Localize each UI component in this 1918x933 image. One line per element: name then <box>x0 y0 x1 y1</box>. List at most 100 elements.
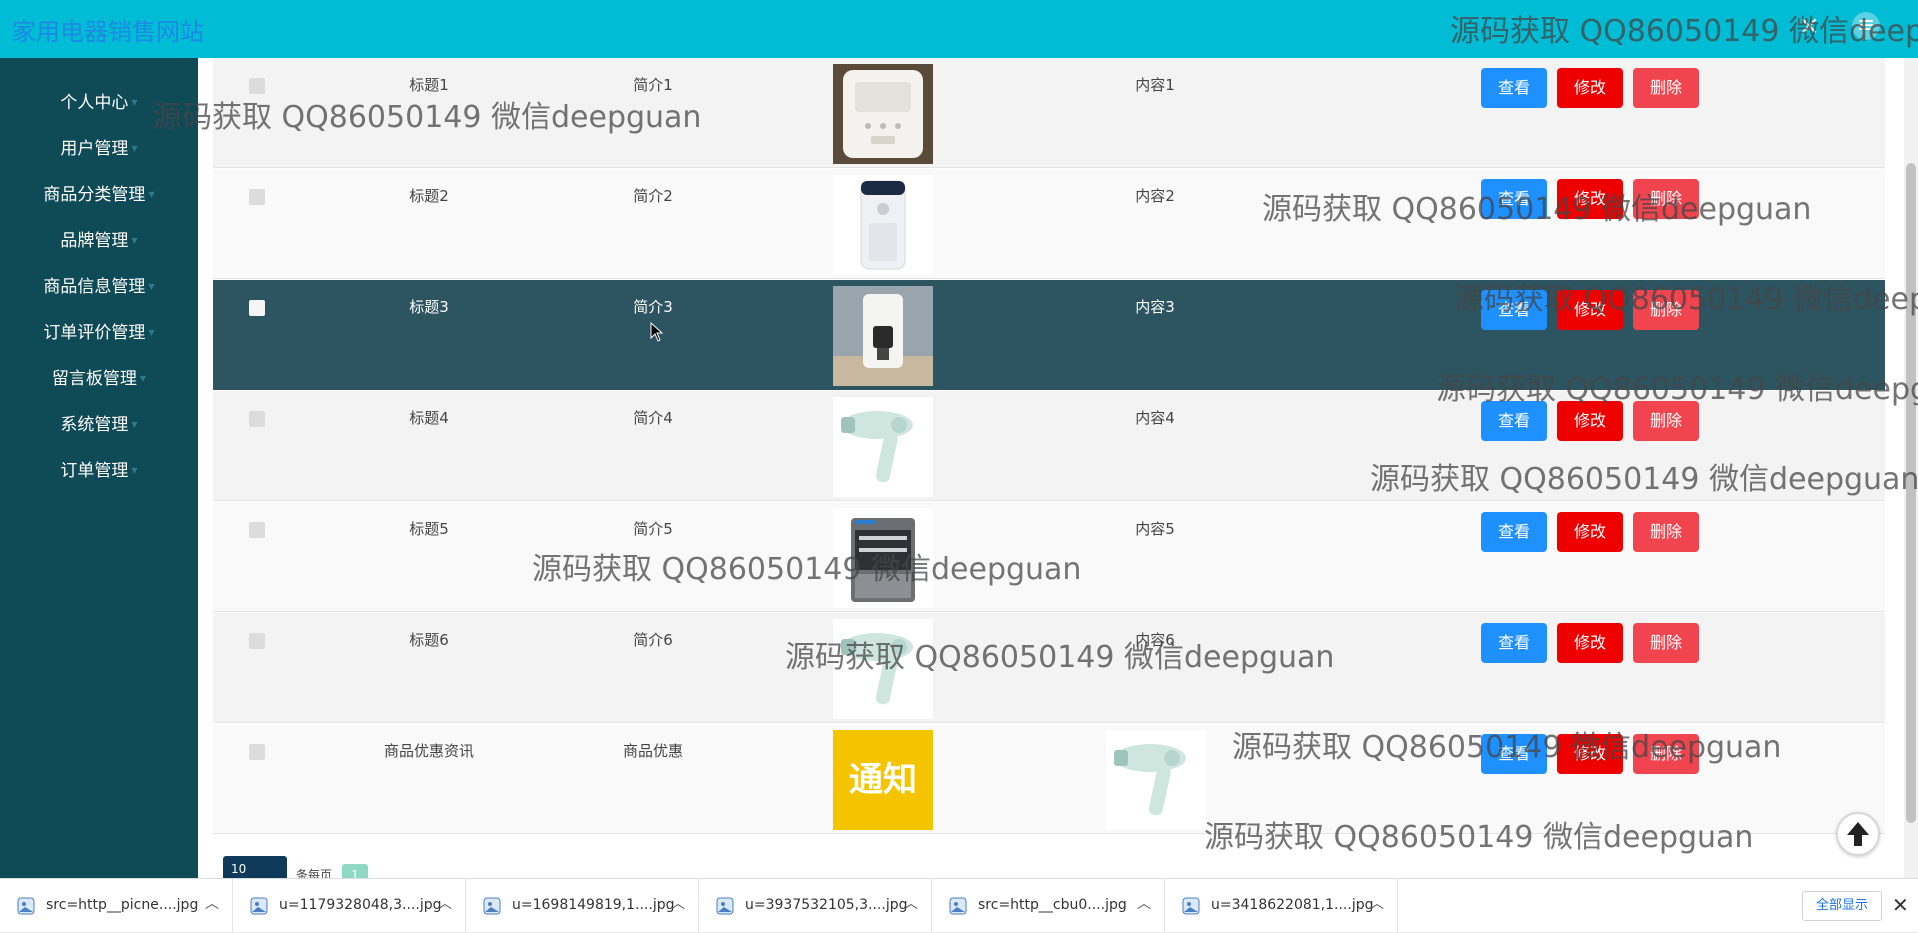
table-row[interactable]: 标题3 简介3 内容3 查看 修改 删除 <box>213 280 1885 390</box>
cell-intro: 简介6 <box>633 631 673 649</box>
cell-content: 内容5 <box>1135 520 1175 538</box>
cell-intro: 简介3 <box>633 298 673 316</box>
caret-down-icon: ▼ <box>131 144 138 153</box>
cell-title: 商品优惠资讯 <box>383 742 475 760</box>
page-scrollbar[interactable] <box>1904 58 1918 878</box>
download-item[interactable]: u=3937532105,3....jpg ︿ <box>699 879 932 933</box>
sidebar: 个人中心 ▼ 用户管理 ▼ 商品分类管理 ▼ 品牌管理 ▼ 商品信息管理 ▼ 订单评价管理… <box>0 58 198 878</box>
chevron-up-icon[interactable]: ︿ <box>438 893 452 913</box>
row-checkbox[interactable] <box>249 633 265 649</box>
view-button[interactable]: 查看 <box>1481 179 1547 219</box>
cell-intro: 简介5 <box>633 520 673 538</box>
table-row[interactable]: 商品优惠资讯 商品优惠 通知 查看 修改 删除 <box>213 724 1885 834</box>
delete-button[interactable]: 删除 <box>1633 623 1699 663</box>
close-download-bar-icon[interactable]: ✕ <box>1892 893 1909 917</box>
product-image-dishwasher <box>833 508 933 608</box>
chevron-up-icon[interactable]: ︿ <box>205 893 219 913</box>
table-row[interactable]: 标题6 简介6 内容6 查看 修改 删除 <box>213 613 1885 723</box>
main-content: 标题1 简介1 内容1 查看 修改 删除 标题2 简介2 内容2 查看 修改 删… <box>198 58 1904 878</box>
download-filename: u=3937532105,3....jpg <box>745 897 908 913</box>
image-file-icon <box>716 897 734 915</box>
arrow-up-icon <box>1847 822 1869 846</box>
sidebar-item-review-management[interactable]: 订单评价管理 ▼ <box>0 310 198 356</box>
top-header: 家用电器销售网站 × ≡ <box>0 0 1918 58</box>
view-button[interactable]: 查看 <box>1481 734 1547 774</box>
view-button[interactable]: 查看 <box>1481 68 1547 108</box>
sidebar-item-brand-management[interactable]: 品牌管理 ▼ <box>0 218 198 264</box>
download-item[interactable]: src=http__cbu0....jpg ︿ <box>932 879 1165 933</box>
chevron-up-icon[interactable]: ︿ <box>1137 893 1151 913</box>
sidebar-item-order-management[interactable]: 订单管理 ▼ <box>0 448 198 494</box>
cell-intro: 简介2 <box>633 187 673 205</box>
page-button-current[interactable]: 1 <box>342 864 368 878</box>
sidebar-item-message-board[interactable]: 留言板管理 ▼ <box>0 356 198 402</box>
row-checkbox[interactable] <box>249 78 265 94</box>
cell-title: 标题1 <box>409 76 449 94</box>
cell-intro: 简介4 <box>633 409 673 427</box>
sidebar-item-system-management[interactable]: 系统管理 ▼ <box>0 402 198 448</box>
per-page-label: 条每页 <box>296 868 333 878</box>
show-all-downloads-button[interactable]: 全部显示 <box>1802 891 1882 921</box>
row-checkbox[interactable] <box>249 300 265 316</box>
page-size-select[interactable]: 10 <box>223 856 287 878</box>
product-image-rice-cooker <box>833 64 933 164</box>
download-item[interactable]: src=http__picne....jpg ︿ <box>0 879 233 933</box>
view-button[interactable]: 查看 <box>1481 290 1547 330</box>
delete-button[interactable]: 删除 <box>1633 401 1699 441</box>
chevron-up-icon[interactable]: ︿ <box>671 893 685 913</box>
caret-down-icon: ▼ <box>131 466 138 475</box>
sidebar-item-personal-center[interactable]: 个人中心 ▼ <box>0 80 198 126</box>
delete-button[interactable]: 删除 <box>1633 179 1699 219</box>
row-checkbox[interactable] <box>249 744 265 760</box>
download-bar: src=http__picne....jpg ︿ u=1179328048,3.… <box>0 878 1918 933</box>
close-icon[interactable]: × <box>1795 12 1823 40</box>
caret-down-icon: ▼ <box>148 190 155 199</box>
view-button[interactable]: 查看 <box>1481 623 1547 663</box>
cell-content: 内容2 <box>1135 187 1175 205</box>
table-row[interactable]: 标题4 简介4 内容4 查看 修改 删除 <box>213 391 1885 501</box>
table-row[interactable]: 标题1 简介1 内容1 查看 修改 删除 <box>213 58 1885 168</box>
delete-button[interactable]: 删除 <box>1633 734 1699 774</box>
back-to-top-button[interactable] <box>1836 812 1880 856</box>
delete-button[interactable]: 删除 <box>1633 290 1699 330</box>
delete-button[interactable]: 删除 <box>1633 68 1699 108</box>
delete-button[interactable]: 删除 <box>1633 512 1699 552</box>
row-checkbox[interactable] <box>249 411 265 427</box>
sidebar-item-user-management[interactable]: 用户管理 ▼ <box>0 126 198 172</box>
table-row[interactable]: 标题5 简介5 内容5 查看 修改 删除 <box>213 502 1885 612</box>
edit-button[interactable]: 修改 <box>1557 68 1623 108</box>
download-item[interactable]: u=1698149819,1....jpg ︿ <box>466 879 699 933</box>
download-filename: u=3418622081,1....jpg <box>1211 897 1374 913</box>
edit-button[interactable]: 修改 <box>1557 734 1623 774</box>
row-checkbox[interactable] <box>249 189 265 205</box>
edit-button[interactable]: 修改 <box>1557 401 1623 441</box>
download-filename: src=http__cbu0....jpg <box>978 897 1127 913</box>
image-file-icon <box>1182 897 1200 915</box>
caret-down-icon: ▼ <box>148 328 155 337</box>
view-button[interactable]: 查看 <box>1481 512 1547 552</box>
sidebar-item-category-management[interactable]: 商品分类管理 ▼ <box>0 172 198 218</box>
cell-content: 内容4 <box>1135 409 1175 427</box>
menu-icon[interactable]: ≡ <box>1852 12 1880 40</box>
view-button[interactable]: 查看 <box>1481 401 1547 441</box>
row-checkbox[interactable] <box>249 522 265 538</box>
chevron-up-icon[interactable]: ︿ <box>1370 893 1384 913</box>
caret-down-icon: ▼ <box>139 374 147 383</box>
scrollbar-thumb[interactable] <box>1906 163 1916 823</box>
download-item[interactable]: u=1179328048,3....jpg ︿ <box>233 879 466 933</box>
image-file-icon <box>17 897 35 915</box>
site-title[interactable]: 家用电器销售网站 <box>12 12 204 47</box>
product-image-air-purifier <box>833 175 933 275</box>
product-image-hair-dryer <box>833 397 933 497</box>
download-filename: u=1698149819,1....jpg <box>512 897 675 913</box>
chevron-up-icon[interactable]: ︿ <box>904 893 918 913</box>
edit-button[interactable]: 修改 <box>1557 179 1623 219</box>
edit-button[interactable]: 修改 <box>1557 290 1623 330</box>
table-row[interactable]: 标题2 简介2 内容2 查看 修改 删除 <box>213 169 1885 279</box>
cell-intro: 简介1 <box>633 76 673 94</box>
edit-button[interactable]: 修改 <box>1557 623 1623 663</box>
cell-title: 标题2 <box>409 187 449 205</box>
sidebar-item-product-management[interactable]: 商品信息管理 ▼ <box>0 264 198 310</box>
download-item[interactable]: u=3418622081,1....jpg ︿ <box>1165 879 1398 933</box>
edit-button[interactable]: 修改 <box>1557 512 1623 552</box>
